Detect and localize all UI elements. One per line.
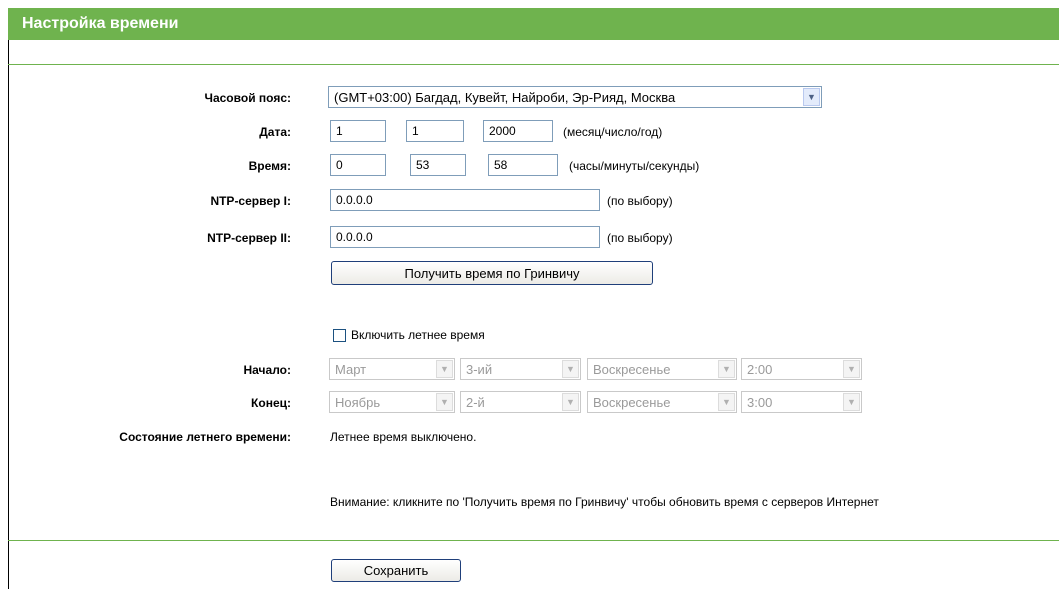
time-format-hint: (часы/минуты/секунды) [569, 159, 700, 173]
dst-end-week-value: 2-й [466, 395, 485, 410]
chevron-down-icon: ▼ [718, 360, 735, 378]
ntp1-input[interactable]: 0.0.0.0 [330, 189, 600, 211]
dst-end-day-select: Воскресенье ▼ [587, 391, 737, 413]
dst-end-day-value: Воскресенье [593, 395, 671, 410]
time-label: Время: [248, 159, 291, 173]
divider-top [8, 64, 1059, 65]
chevron-down-icon: ▼ [843, 360, 860, 378]
dst-start-time-select: 2:00 ▼ [741, 358, 862, 380]
dst-enable-checkbox[interactable] [333, 329, 346, 342]
page-title: Настройка времени [22, 15, 179, 32]
dst-status-label: Состояние летнего времени: [119, 430, 291, 444]
dst-start-time-value: 2:00 [747, 362, 773, 377]
chevron-down-icon: ▼ [843, 393, 860, 411]
divider-bottom [8, 540, 1059, 541]
save-button[interactable]: Сохранить [331, 559, 461, 582]
dst-end-month-select: Ноябрь ▼ [329, 391, 455, 413]
time-hours-input[interactable]: 0 [330, 154, 386, 176]
chevron-down-icon: ▼ [436, 360, 453, 378]
dst-start-month-select: Март ▼ [329, 358, 455, 380]
chevron-down-icon: ▼ [562, 393, 579, 411]
chevron-down-icon: ▼ [562, 360, 579, 378]
time-seconds-input[interactable]: 58 [488, 154, 558, 176]
chevron-down-icon: ▼ [718, 393, 735, 411]
dst-status-value: Летнее время выключено. [330, 430, 477, 444]
dst-start-day-select: Воскресенье ▼ [587, 358, 737, 380]
chevron-down-icon: ▼ [436, 393, 453, 411]
dst-start-day-value: Воскресенье [593, 362, 671, 377]
dst-start-week-select: 3-ий ▼ [460, 358, 581, 380]
dst-start-label: Начало: [243, 363, 291, 377]
date-label: Дата: [259, 125, 291, 139]
ntp1-label: NTP-сервер I: [210, 194, 291, 208]
time-minutes-input[interactable]: 53 [410, 154, 466, 176]
date-month-input[interactable]: 1 [330, 120, 386, 142]
notice-text: Внимание: кликните по 'Получить время по… [330, 495, 879, 509]
date-format-hint: (месяц/число/год) [563, 125, 663, 139]
dst-start-week-value: 3-ий [466, 362, 493, 377]
ntp2-label: NTP-сервер II: [207, 231, 291, 245]
timezone-label: Часовой пояс: [204, 91, 291, 105]
ntp2-hint: (по выбору) [607, 231, 673, 245]
dst-enable-label: Включить летнее время [351, 328, 485, 342]
ntp1-hint: (по выбору) [607, 194, 673, 208]
get-gmt-button[interactable]: Получить время по Гринвичу [331, 261, 653, 285]
ntp2-input[interactable]: 0.0.0.0 [330, 226, 600, 248]
dst-start-month-value: Март [335, 362, 367, 377]
dst-end-label: Конец: [251, 396, 291, 410]
timezone-value: (GMT+03:00) Багдад, Кувейт, Найроби, Эр-… [334, 90, 676, 105]
dst-end-month-value: Ноябрь [335, 395, 381, 410]
timezone-select[interactable]: (GMT+03:00) Багдад, Кувейт, Найроби, Эр-… [328, 86, 822, 108]
date-day-input[interactable]: 1 [406, 120, 464, 142]
dst-end-time-value: 3:00 [747, 395, 773, 410]
dst-end-week-select: 2-й ▼ [460, 391, 581, 413]
date-year-input[interactable]: 2000 [483, 120, 553, 142]
dst-end-time-select: 3:00 ▼ [741, 391, 862, 413]
chevron-down-icon: ▼ [803, 88, 820, 106]
page-header: Настройка времени [8, 8, 1059, 40]
